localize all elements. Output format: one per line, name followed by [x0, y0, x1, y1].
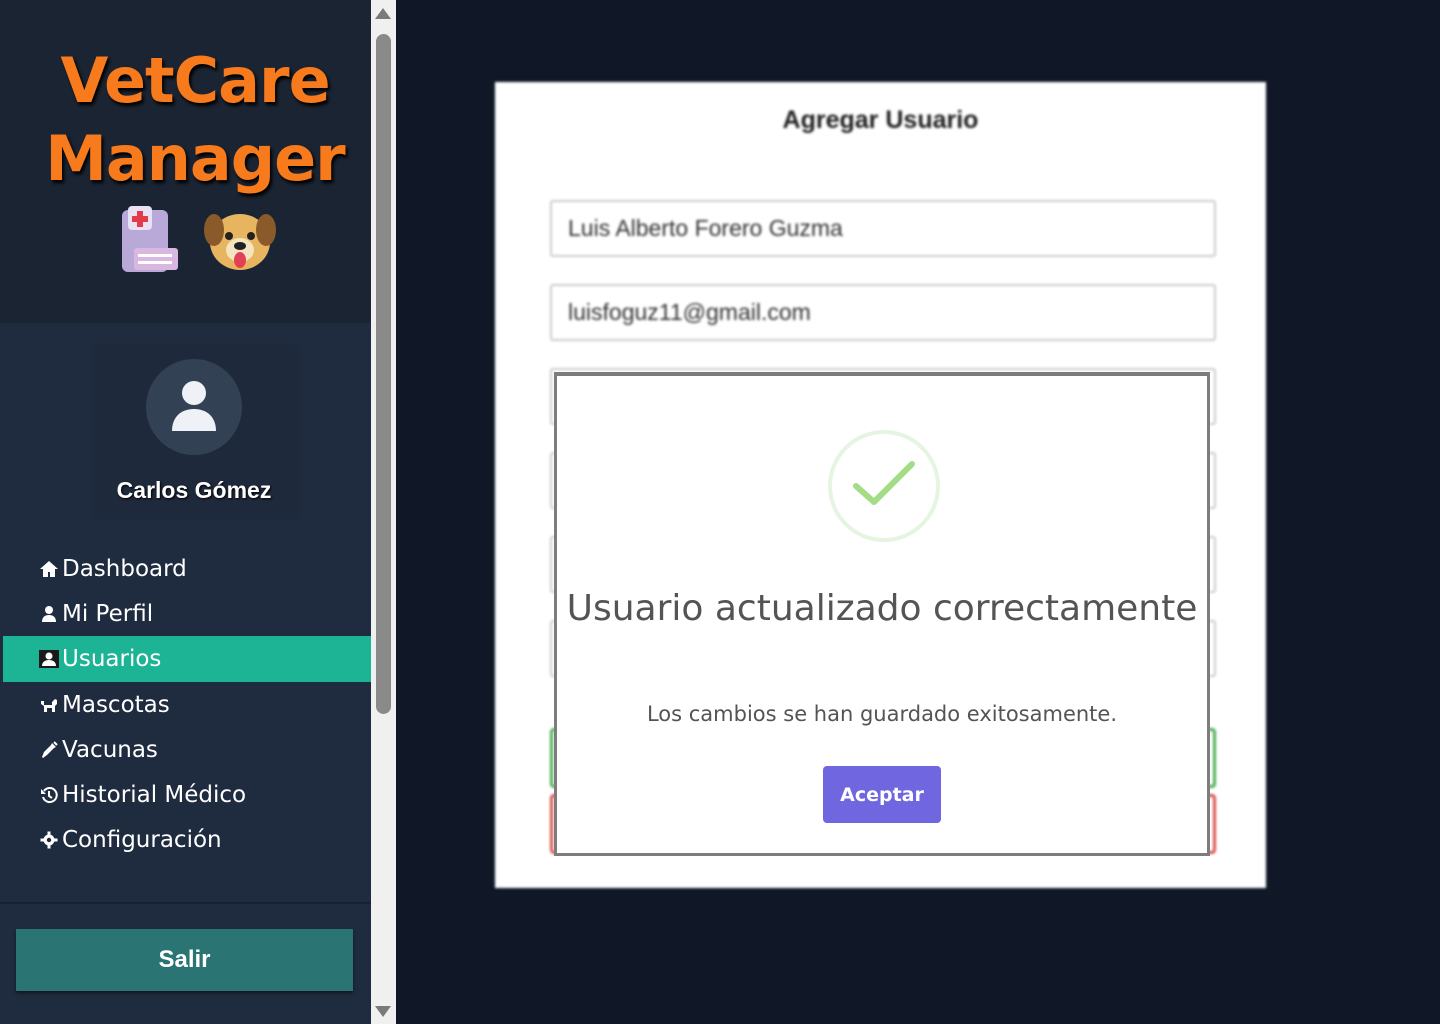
user-avatar-icon: [172, 381, 216, 431]
medical-record-icon: [122, 206, 178, 272]
sidebar-item-label: Usuarios: [62, 646, 162, 672]
sidebar-item-dashboard[interactable]: Dashboard: [0, 546, 371, 591]
home-icon: [38, 558, 60, 580]
sidebar-scrollbar[interactable]: [371, 0, 396, 1024]
scroll-up-arrow-icon[interactable]: [375, 8, 391, 19]
dialog-message: Los cambios se han guardado exitosamente…: [646, 702, 1118, 726]
name-field[interactable]: Luis Alberto Forero Guzma: [550, 200, 1216, 257]
sidebar-item-mascotas[interactable]: Mascotas: [0, 682, 371, 727]
sidebar-divider: [0, 902, 371, 904]
gear-icon: [38, 829, 60, 851]
scroll-thumb[interactable]: [376, 34, 391, 714]
accept-button[interactable]: Aceptar: [823, 766, 941, 823]
sidebar-item-vacunas[interactable]: Vacunas: [0, 727, 371, 772]
scroll-down-arrow-icon[interactable]: [375, 1006, 391, 1017]
app-logo-line2: Manager: [45, 122, 346, 195]
sidebar-nav: Dashboard Mi Perfil Usuarios Mascotas Va…: [0, 546, 371, 862]
history-icon: [38, 784, 60, 806]
user-icon: [38, 603, 60, 625]
sidebar-item-label: Mi Perfil: [62, 600, 154, 627]
id-card-icon: [38, 648, 60, 670]
logo-illustration: [120, 204, 280, 276]
sidebar-item-label: Vacunas: [62, 736, 158, 763]
user-name: Carlos Gómez: [116, 477, 272, 503]
success-dialog: Usuario actualizado correctamente Los ca…: [554, 372, 1210, 856]
email-field[interactable]: luisfoguz11@gmail.com: [550, 284, 1216, 341]
syringe-icon: [38, 739, 60, 761]
sidebar-item-usuarios[interactable]: Usuarios: [3, 636, 371, 682]
sidebar-item-mi-perfil[interactable]: Mi Perfil: [0, 591, 371, 636]
sidebar-item-label: Mascotas: [62, 691, 170, 718]
logo-area: VetCare Manager: [0, 0, 371, 323]
dog-icon: [38, 694, 60, 716]
sidebar-item-configuracion[interactable]: Configuración: [0, 817, 371, 862]
logout-button[interactable]: Salir: [16, 929, 353, 991]
form-title: Agregar Usuario: [782, 106, 979, 134]
sidebar-item-label: Configuración: [62, 826, 222, 853]
sidebar: VetCare Manager Carlos Gómez Dashboard M…: [0, 0, 371, 1024]
dog-face-icon: [204, 214, 276, 270]
dialog-title: Usuario actualizado correctamente: [566, 588, 1198, 629]
success-check-icon: [828, 430, 940, 542]
sidebar-item-label: Historial Médico: [62, 781, 247, 808]
app-logo-line1: VetCare: [60, 44, 330, 117]
sidebar-item-label: Dashboard: [62, 555, 187, 582]
avatar: [146, 359, 242, 455]
sidebar-item-historial-medico[interactable]: Historial Médico: [0, 772, 371, 817]
